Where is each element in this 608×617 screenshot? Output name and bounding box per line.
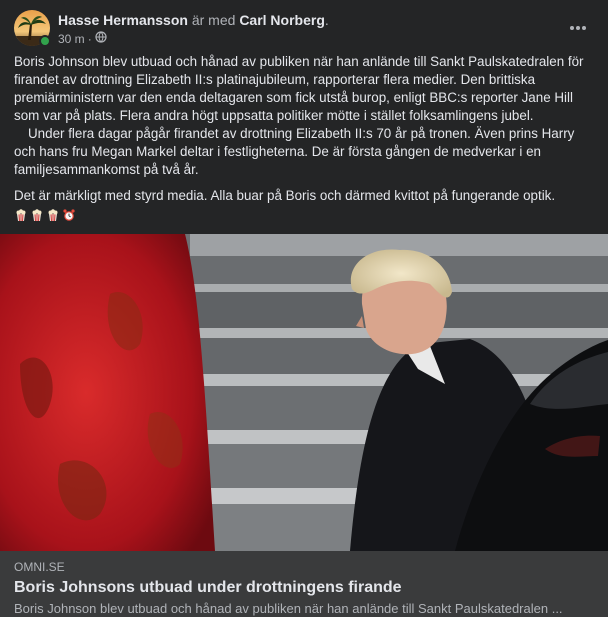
- period: .: [324, 12, 329, 28]
- article-photo: [0, 234, 608, 551]
- post-paragraph-3: Det är märkligt med styrd media. Alla bu…: [14, 188, 556, 203]
- post-time[interactable]: 30 m: [58, 31, 85, 47]
- with-text: är med: [191, 12, 236, 28]
- tagged-name[interactable]: Carl Norberg: [239, 12, 325, 28]
- link-preview-info[interactable]: OMNI.SE Boris Johnsons utbuad under drot…: [0, 551, 608, 617]
- post-text: Boris Johnson blev utbuad och hånad av p…: [14, 53, 596, 225]
- post-paragraph-1: Boris Johnson blev utbuad och hånad av p…: [14, 54, 584, 123]
- online-status-dot: [39, 35, 51, 47]
- red-flag-foreground: [0, 234, 215, 551]
- popcorn-icon: [16, 209, 26, 222]
- more-horizontal-icon: [570, 26, 586, 30]
- emoji-row: [14, 207, 596, 225]
- popcorn-icon: [48, 209, 58, 222]
- author-line: Hasse Hermansson är med Carl Norberg.: [58, 11, 329, 29]
- meta-separator: ·: [87, 32, 92, 46]
- popcorn-icon: [32, 209, 42, 222]
- globe-icon: [95, 31, 107, 47]
- post-header: Hasse Hermansson är med Carl Norberg. 30…: [14, 10, 594, 50]
- post-paragraph-2: Under flera dagar pågår firandet av drot…: [14, 125, 596, 179]
- link-title[interactable]: Boris Johnsons utbuad under drottningens…: [14, 578, 594, 598]
- post-card: Hasse Hermansson är med Carl Norberg. 30…: [0, 0, 608, 617]
- more-options-button[interactable]: [564, 14, 592, 42]
- link-description: Boris Johnson blev utbuad och hånad av p…: [14, 601, 563, 616]
- link-domain: OMNI.SE: [14, 560, 65, 574]
- post-paragraph-2-text: Under flera dagar pågår firandet av drot…: [14, 126, 575, 177]
- author-name[interactable]: Hasse Hermansson: [58, 12, 188, 28]
- post-meta: 30 m ·: [58, 31, 107, 47]
- alarm-clock-icon: [63, 209, 75, 221]
- link-preview-image[interactable]: [0, 234, 608, 551]
